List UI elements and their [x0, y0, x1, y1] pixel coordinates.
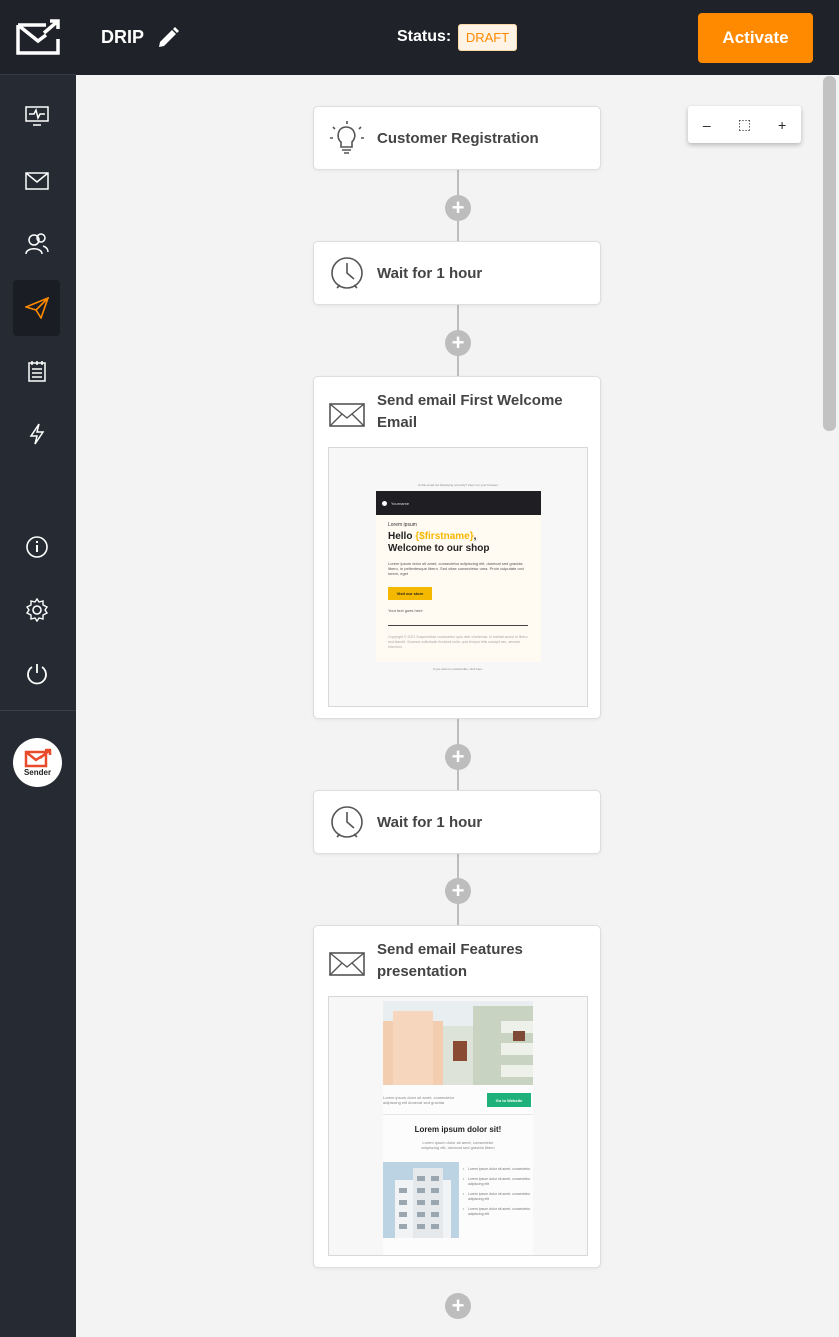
preview-heading: Lorem ipsum dolor sit!: [414, 1125, 502, 1134]
sidebar-item-info[interactable]: [13, 519, 60, 575]
brand-dot-icon: [382, 500, 387, 506]
preview-top-text: Is this email not displaying correctly? …: [418, 483, 498, 487]
workflow-step-email[interactable]: Send email First Welcome Email Is this e…: [313, 376, 601, 719]
step-label: Send email First Welcome Email: [377, 392, 563, 431]
flash-icon: [29, 423, 44, 445]
email-preview[interactable]: Lorem ipsum dolor sit amet, consectetur …: [328, 996, 588, 1256]
edit-title-button[interactable]: [156, 26, 180, 55]
sender-badge-label: Sender: [23, 768, 52, 777]
preview-firstname: {$firstname}: [415, 531, 474, 542]
zoom-fit-button[interactable]: ⬚: [729, 116, 759, 133]
workflow-step-trigger[interactable]: Customer Registration: [313, 106, 601, 170]
step-label: Send email Features presentation: [377, 941, 523, 980]
add-step-button[interactable]: +: [445, 195, 471, 221]
sidebar-item-settings[interactable]: [13, 582, 60, 638]
preview-divider: [383, 1114, 533, 1115]
settings-icon: [25, 598, 48, 622]
preview-intro-text: Lorem ipsum dolor sit amet, consectetur …: [383, 1095, 455, 1105]
building-hero-image: [383, 1001, 533, 1085]
campaigns-icon: [24, 172, 49, 190]
logo-envelope-icon: [16, 19, 60, 55]
preview-brand: Yourname: [391, 500, 410, 506]
automation-icon: [24, 297, 49, 319]
app-logo[interactable]: [0, 0, 76, 75]
preview-cta-button: Visit our store: [388, 587, 432, 600]
step-label: Customer Registration: [377, 130, 539, 147]
preview-heading: Hello {$firstname}, Welcome to our shop: [388, 531, 490, 554]
sidebar-item-subscribers[interactable]: [13, 216, 60, 272]
status-badge: DRAFT: [458, 24, 517, 51]
preview-signature: Your text goes here: [388, 608, 423, 613]
activate-button[interactable]: Activate: [698, 13, 813, 63]
forms-icon: [27, 361, 46, 382]
workflow-title: DRIP: [101, 27, 145, 47]
preview-body: Lorem ipsum dolor sit amet, consectetur …: [388, 561, 524, 576]
preview-bullet-list: Lorem ipsum dolor sit amet, consectetur …: [463, 1167, 533, 1222]
preview-email-card: Yourname Lorem ipsum Hello {$firstname},…: [376, 491, 541, 662]
step-label: Wait for 1 hour: [377, 265, 483, 282]
zoom-controls: – ⬚ +: [688, 106, 801, 143]
envelope-icon: [329, 403, 365, 427]
workflow-step-wait[interactable]: Wait for 1 hour: [313, 790, 601, 854]
scrollbar-thumb[interactable]: [823, 76, 836, 431]
add-step-button[interactable]: +: [445, 744, 471, 770]
sidebar-item-flash[interactable]: [13, 406, 60, 462]
preview-email-header: Yourname: [376, 491, 541, 515]
list-item: Lorem ipsum dolor sit amet, consectetur …: [463, 1207, 533, 1217]
building-image: [383, 1162, 459, 1238]
sidebar-item-campaigns[interactable]: [13, 153, 60, 209]
subscribers-icon: [24, 233, 49, 255]
add-step-button[interactable]: +: [445, 1293, 471, 1319]
sidebar-item-logout[interactable]: [13, 646, 60, 702]
preview-divider: [388, 625, 528, 626]
list-item: Lorem ipsum dolor sit amet, consectetur …: [463, 1192, 533, 1202]
preview-footer: Copyright © 2021 Suspendisse consectetur…: [388, 635, 528, 649]
email-preview[interactable]: Is this email not displaying correctly? …: [328, 447, 588, 707]
clock-icon: [331, 806, 363, 838]
preview-bottom-text: If you want to unsubscribe, click here.: [432, 667, 484, 671]
status-label: Status:: [397, 28, 452, 45]
add-step-button[interactable]: +: [445, 878, 471, 904]
step-label: Wait for 1 hour: [377, 814, 483, 831]
preview-welcome: Welcome to our shop: [388, 543, 490, 554]
sidebar-item-dashboard[interactable]: [13, 88, 60, 144]
clock-icon: [331, 257, 363, 289]
sender-logo-icon: [24, 748, 51, 768]
preview-cta-button: Go to Website: [487, 1093, 531, 1107]
envelope-icon: [329, 952, 365, 976]
preview-subtext: Lorem ipsum dolor sit amet, consectetur …: [421, 1140, 495, 1150]
zoom-in-button[interactable]: +: [767, 117, 797, 133]
sidebar-divider: [0, 710, 76, 711]
preview-hello: Hello: [388, 531, 413, 542]
sidebar-item-forms[interactable]: [13, 343, 60, 399]
list-item: Lorem ipsum dolor sit amet, consectetur …: [463, 1177, 533, 1187]
dashboard-icon: [24, 106, 49, 126]
info-icon: [25, 536, 48, 558]
canvas-scrollbar[interactable]: [822, 75, 839, 1337]
sidebar-item-automation[interactable]: [13, 280, 60, 336]
add-step-button[interactable]: +: [445, 330, 471, 356]
zoom-out-button[interactable]: –: [692, 117, 722, 133]
sidebar: Sender: [0, 0, 76, 1337]
workflow-step-wait[interactable]: Wait for 1 hour: [313, 241, 601, 305]
preview-lorem: Lorem ipsum: [388, 522, 417, 528]
lightbulb-icon: [330, 121, 364, 154]
workflow-step-email[interactable]: Send email Features presentation Lorem i…: [313, 925, 601, 1268]
list-item: Lorem ipsum dolor sit amet, consectetur: [463, 1167, 533, 1172]
pencil-icon: [159, 27, 179, 47]
power-icon: [26, 664, 47, 685]
sender-badge[interactable]: Sender: [13, 738, 62, 787]
top-bar: DRIP Status: DRAFT Activate: [76, 0, 839, 75]
